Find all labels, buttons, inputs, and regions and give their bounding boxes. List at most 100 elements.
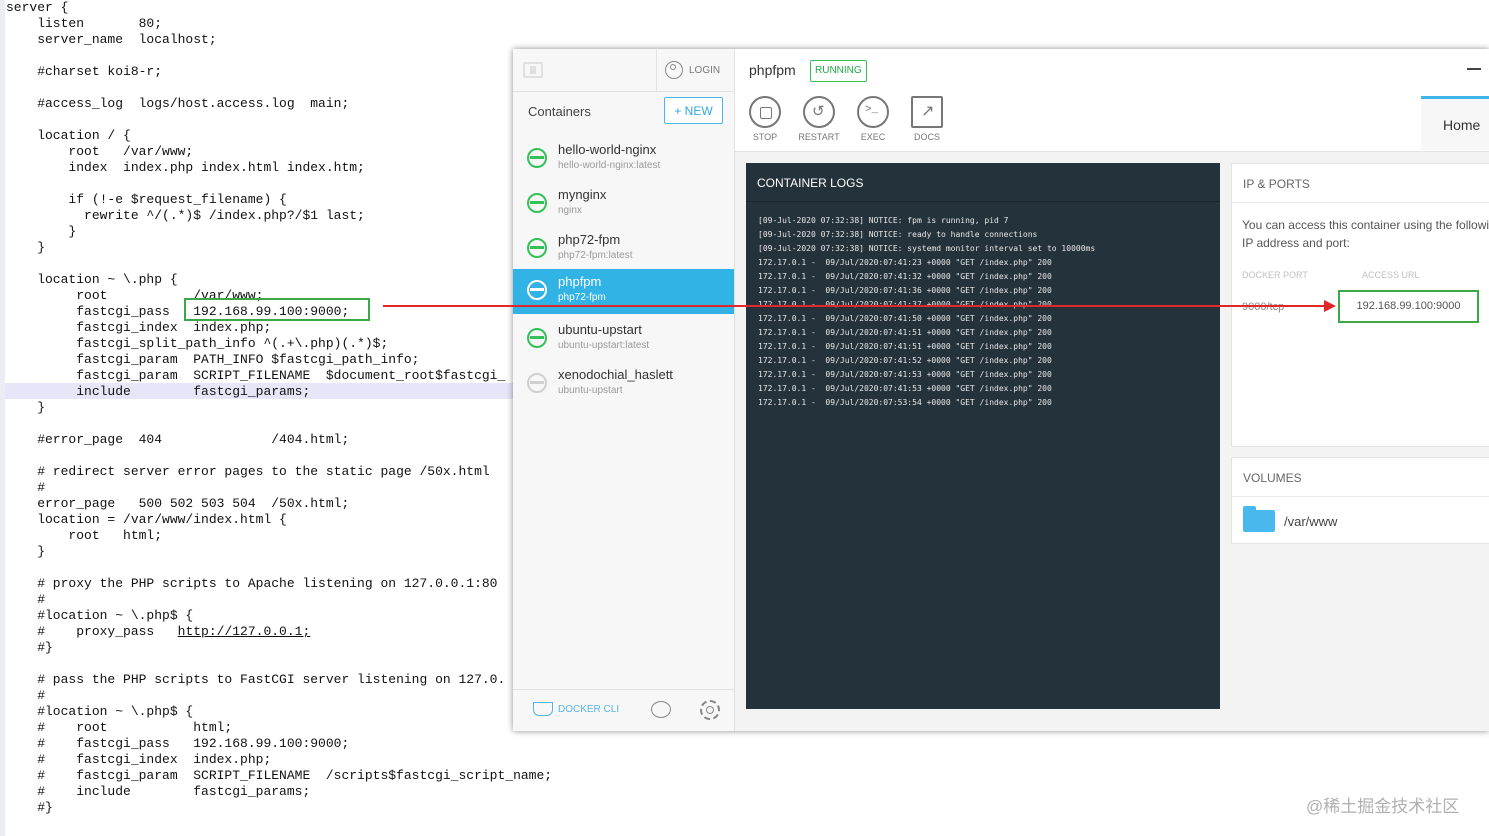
ip-ports-description: You can access this container using the … xyxy=(1242,218,1489,250)
new-container-button[interactable]: + NEW xyxy=(664,97,723,124)
code-line: #} xyxy=(6,640,53,655)
container-item-xenodochial-haslett[interactable]: xenodochial_haslett ubuntu-upstart xyxy=(513,362,734,407)
annotation-arrow-line xyxy=(383,305,1326,307)
chat-icon[interactable] xyxy=(651,701,671,718)
restart-icon xyxy=(803,96,835,128)
container-item-phpfpm[interactable]: phpfpm php72-fpm xyxy=(513,269,734,314)
log-line: 172.17.0.1 - 09/Jul/2020:07:41:50 +0000 … xyxy=(758,314,1052,323)
log-line: 172.17.0.1 - 09/Jul/2020:07:41:32 +0000 … xyxy=(758,272,1052,281)
code-line: rewrite ^/(.*)$ /index.php?/$1 last; xyxy=(6,208,365,223)
container-name: hello-world-nginx xyxy=(558,142,657,157)
sidebar-footer: DOCKER CLI xyxy=(513,689,734,731)
ip-ports-title: IP & PORTS xyxy=(1243,177,1310,191)
kitematic-window: LOGIN Containers + NEW hello-world-nginx… xyxy=(513,49,1489,731)
container-item-hello-world-nginx[interactable]: hello-world-nginx hello-world-nginx:late… xyxy=(513,137,734,182)
code-line: # include fastcgi_params; xyxy=(6,784,311,799)
container-name: xenodochial_haslett xyxy=(558,367,673,382)
code-line: # proxy the PHP scripts to Apache listen… xyxy=(6,576,498,591)
code-line: location / { xyxy=(6,128,131,143)
docker-cli-label: DOCKER CLI xyxy=(558,703,620,715)
stop-label: STOP xyxy=(752,132,778,142)
code-line: #error_page 404 /404.html; xyxy=(6,432,350,447)
login-label: LOGIN xyxy=(689,64,721,76)
code-line: # xyxy=(6,480,46,495)
code-line: fastcgi_param SCRIPT_FILENAME $document_… xyxy=(6,368,506,383)
container-name: mynginx xyxy=(558,187,607,202)
volumes-title: VOLUMES xyxy=(1243,471,1302,485)
code-line: include fastcgi_params; xyxy=(6,384,311,399)
stopped-status-icon xyxy=(527,373,547,393)
code-line: root html; xyxy=(6,528,163,543)
container-image: ubuntu-upstart xyxy=(558,385,623,396)
code-line: } xyxy=(6,240,46,255)
user-icon xyxy=(665,61,683,79)
stop-icon xyxy=(749,96,781,128)
folder-icon[interactable] xyxy=(1243,506,1275,532)
code-line: # fastcgi_param SCRIPT_FILENAME /scripts… xyxy=(6,768,553,783)
container-item-ubuntu-upstart[interactable]: ubuntu-upstart ubuntu-upstart:latest xyxy=(513,317,734,362)
code-line: root /var/www; xyxy=(6,144,194,159)
proxy-pass-link[interactable]: http://127.0.0.1; xyxy=(178,624,311,639)
container-image: nginx xyxy=(558,205,582,216)
container-name: ubuntu-upstart xyxy=(558,322,642,337)
divider xyxy=(1232,202,1489,203)
code-line: # fastcgi_index index.php; xyxy=(6,752,272,767)
log-line: 172.17.0.1 - 09/Jul/2020:07:53:54 +0000 … xyxy=(758,398,1052,407)
running-status-icon xyxy=(527,148,547,168)
code-line: } xyxy=(6,544,46,559)
access-url-header: ACCESS URL xyxy=(1362,270,1420,280)
code-line: # fastcgi_pass 192.168.99.100:9000; xyxy=(6,736,350,751)
code-line: # root html; xyxy=(6,720,233,735)
fastcgi-pass-highlight-box xyxy=(184,298,370,321)
code-line: } xyxy=(6,400,46,415)
code-line: #location ~ \.php$ { xyxy=(6,704,194,719)
code-line: server { xyxy=(6,0,69,15)
editor-gutter xyxy=(0,0,5,836)
code-line: } xyxy=(6,224,77,239)
code-line: #access_log logs/host.access.log main; xyxy=(6,96,350,111)
login-button[interactable]: LOGIN xyxy=(665,59,720,81)
docs-label: DOCS xyxy=(913,132,940,142)
gear-icon[interactable] xyxy=(700,700,720,720)
code-line: fastcgi_param PATH_INFO $fastcgi_path_in… xyxy=(6,352,420,367)
status-badge: RUNNING xyxy=(810,60,867,82)
log-line: [09-Jul-2020 07:32:38] NOTICE: fpm is ru… xyxy=(758,216,1009,225)
docker-cli-button[interactable]: DOCKER CLI xyxy=(533,702,619,716)
watermark: @稀土掘金技术社区 xyxy=(1306,797,1460,816)
code-line: #charset koi8-r; xyxy=(6,64,163,79)
running-status-icon xyxy=(527,328,547,348)
sidebar-header: LOGIN xyxy=(513,49,734,92)
container-logs-panel[interactable]: CONTAINER LOGS [09-Jul-2020 07:32:38] NO… xyxy=(746,163,1220,709)
container-name: php72-fpm xyxy=(558,232,621,247)
log-line: 172.17.0.1 - 09/Jul/2020:07:41:51 +0000 … xyxy=(758,342,1052,351)
log-line: [09-Jul-2020 07:32:38] NOTICE: ready to … xyxy=(758,230,1038,239)
container-item-mynginx[interactable]: mynginx nginx xyxy=(513,182,734,227)
log-line: 172.17.0.1 - 09/Jul/2020:07:41:51 +0000 … xyxy=(758,328,1052,337)
terminal-icon xyxy=(857,96,889,128)
logs-title: CONTAINER LOGS xyxy=(757,176,864,190)
minimize-icon[interactable] xyxy=(1467,68,1481,70)
containers-heading: Containers xyxy=(528,104,591,119)
volume-path[interactable]: /var/www xyxy=(1284,514,1337,529)
tab-home[interactable]: Home xyxy=(1421,96,1489,150)
container-image: php72-fpm xyxy=(558,292,606,303)
container-detail: phpfpm RUNNING STOP RESTART EXEC DOCS Ho… xyxy=(735,49,1489,731)
external-link-icon xyxy=(911,96,943,128)
access-url-link[interactable]: 192.168.99.100:9000 xyxy=(1338,290,1479,323)
code-line: location ~ \.php { xyxy=(6,272,178,287)
container-item-php72-fpm[interactable]: php72-fpm php72-fpm:latest xyxy=(513,227,734,272)
log-line: 172.17.0.1 - 09/Jul/2020:07:41:36 +0000 … xyxy=(758,286,1052,295)
sidebar: LOGIN Containers + NEW hello-world-nginx… xyxy=(513,49,735,731)
restart-button[interactable]: RESTART xyxy=(792,96,846,142)
code-line: # xyxy=(6,688,46,703)
stop-button[interactable]: STOP xyxy=(738,96,792,142)
log-line: [09-Jul-2020 07:32:38] NOTICE: systemd m… xyxy=(758,244,1096,253)
running-status-icon xyxy=(527,280,547,300)
exec-button[interactable]: EXEC xyxy=(846,96,900,142)
docs-button[interactable]: DOCS xyxy=(900,96,954,142)
code-line: #} xyxy=(6,800,53,815)
container-image: php72-fpm:latest xyxy=(558,250,633,261)
container-name: phpfpm xyxy=(558,274,602,289)
code-line: if (!-e $request_filename) { xyxy=(6,192,287,207)
code-line: # proxy_pass http://127.0.0.1; xyxy=(6,624,310,640)
